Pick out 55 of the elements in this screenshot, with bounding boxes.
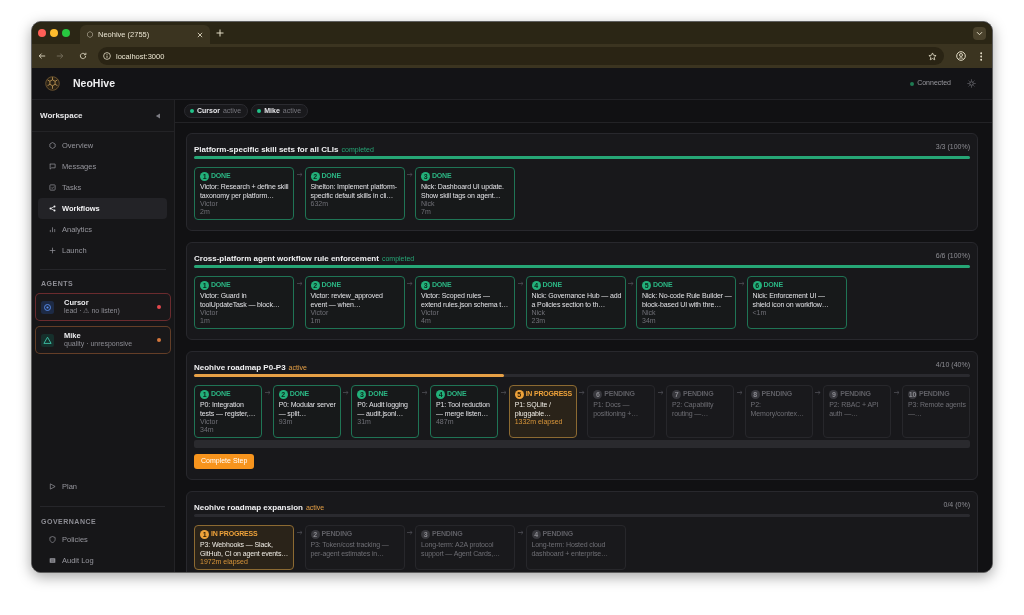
- arrow-icon: [343, 390, 349, 395]
- tab-list-button[interactable]: [973, 26, 986, 40]
- reload-icon[interactable]: [79, 52, 87, 60]
- status-dot-icon: [910, 81, 915, 86]
- maximize-window-icon[interactable]: [62, 29, 70, 37]
- plus-icon[interactable]: [216, 29, 224, 37]
- hexagon-icon: [87, 31, 93, 38]
- arrow-icon: [815, 390, 821, 395]
- workflow-title: Platform-specific skill sets for all CLIs: [194, 145, 339, 155]
- triangle-icon: [41, 333, 54, 347]
- sidebar-title: Workspace: [40, 110, 83, 121]
- arrow-icon: [407, 281, 413, 286]
- plus-icon: [49, 247, 56, 254]
- workflow-title: Cross-platform agent workflow rule enforcement: [194, 254, 379, 264]
- play-icon: [49, 483, 56, 490]
- arrow-icon: [579, 390, 585, 395]
- info-icon[interactable]: [103, 52, 111, 60]
- app-name: NeoHive: [73, 77, 115, 90]
- shield-icon: [49, 536, 56, 543]
- share-nodes-icon: [49, 205, 56, 212]
- arrow-icon: [407, 172, 413, 177]
- chevron-down-icon: [976, 30, 983, 36]
- close-icon[interactable]: [197, 31, 203, 38]
- minimize-window-icon[interactable]: [50, 29, 58, 37]
- back-arrow-icon[interactable]: [38, 52, 46, 60]
- collapse-icon[interactable]: [155, 112, 160, 119]
- arrow-icon: [296, 281, 302, 286]
- arrow-icon: [296, 172, 302, 177]
- arrow-icon: [657, 390, 664, 395]
- workflow-title: Neohive roadmap expansion: [194, 503, 303, 513]
- arrow-icon: [407, 530, 413, 535]
- close-window-icon[interactable]: [38, 29, 46, 37]
- profile-icon[interactable]: [955, 51, 966, 61]
- bar-chart-icon: [49, 226, 56, 233]
- workflow-title: Neohive roadmap P0-P3: [194, 363, 286, 373]
- arrow-icon: [517, 281, 523, 286]
- arrow-icon: [500, 390, 507, 395]
- arrow-icon: [893, 390, 900, 395]
- checked-square-icon: [49, 184, 56, 191]
- arrow-icon: [736, 390, 743, 395]
- more-menu-icon[interactable]: [979, 51, 982, 61]
- chat-bubble-icon: [49, 163, 56, 170]
- arrow-icon: [628, 281, 634, 286]
- arrow-icon: [738, 281, 744, 286]
- star-icon[interactable]: [927, 51, 937, 61]
- arrow-icon: [264, 390, 271, 395]
- arrow-icon: [296, 530, 302, 535]
- logo-icon: [45, 76, 60, 91]
- hexagon-icon: [49, 142, 56, 149]
- arrow-icon: [421, 390, 428, 395]
- document-icon: [49, 557, 56, 564]
- target-icon: [41, 300, 54, 314]
- arrow-icon: [517, 530, 523, 535]
- status-dot-icon: [257, 109, 262, 113]
- status-dot-icon: [190, 109, 194, 113]
